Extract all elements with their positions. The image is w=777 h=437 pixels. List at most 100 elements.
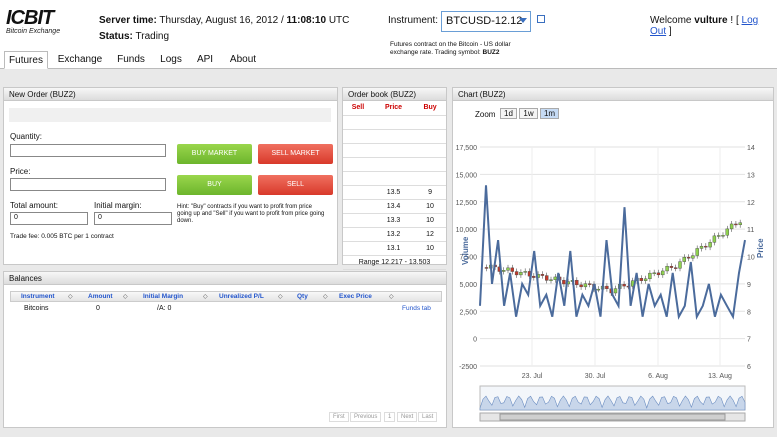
candle: [553, 276, 558, 280]
sell-market-button[interactable]: SELL MARKET: [258, 144, 333, 164]
tab-futures[interactable]: Futures: [4, 51, 48, 69]
table-row[interactable]: 13.2 12: [343, 227, 446, 242]
initial-margin-field: 0: [94, 212, 172, 225]
candle: [678, 261, 682, 269]
balance-margin: /A: 0: [157, 305, 172, 312]
y-tick-label: 17,500: [456, 145, 478, 152]
y2-tick-label: 11: [747, 227, 754, 234]
zoom-1d-button[interactable]: 1d: [500, 108, 517, 119]
candle: [652, 272, 656, 275]
price-input[interactable]: [10, 178, 166, 191]
quantity-label: Quantity:: [10, 132, 43, 141]
price-label: Price:: [10, 167, 31, 176]
table-row[interactable]: 13.5 9: [343, 185, 446, 200]
instrument-select[interactable]: BTCUSD-12.12: [441, 11, 531, 32]
col-qty[interactable]: Qty: [297, 293, 308, 300]
buy-cell: 9: [414, 185, 446, 200]
volume-line: [479, 185, 746, 320]
x-tick-label: 13. Aug: [708, 373, 732, 380]
x-tick-label: 23. Jul: [522, 373, 543, 380]
candle: [665, 265, 669, 272]
zoom-1w-button[interactable]: 1w: [519, 108, 538, 119]
bracket-right: ]: [668, 26, 672, 37]
sort-icon[interactable]: ◇: [278, 293, 283, 300]
candle: [669, 265, 674, 268]
x-tick-label: 6. Aug: [648, 373, 668, 380]
col-instrument[interactable]: Instrument: [21, 293, 55, 300]
external-link-icon[interactable]: [537, 15, 545, 23]
server-time: 11:08:10: [286, 15, 327, 26]
candle: [579, 284, 583, 288]
tab-exchange[interactable]: Exchange: [54, 51, 106, 69]
new-order-title: New Order (BUZ2): [4, 88, 337, 101]
col-amount[interactable]: Amount: [88, 293, 113, 300]
table-row[interactable]: 13.1 10: [343, 241, 446, 256]
sort-icon[interactable]: ◇: [389, 293, 394, 300]
volume-axis-label: Volume: [461, 236, 470, 265]
sort-icon[interactable]: ◇: [203, 293, 208, 300]
tab-funds[interactable]: Funds: [112, 51, 150, 69]
server-tz: UTC: [328, 15, 350, 26]
status-value: Trading: [135, 31, 170, 42]
candle: [587, 283, 592, 285]
logo-tagline: Bitcoin Exchange: [6, 28, 61, 35]
price-cell: 13.5: [372, 185, 415, 200]
candle: [704, 245, 708, 248]
pager-next[interactable]: Next: [397, 412, 418, 422]
table-row[interactable]: 13.3 10: [343, 213, 446, 228]
sell-cell: [343, 213, 373, 228]
instrument-label: Instrument:: [388, 15, 439, 26]
pager-last[interactable]: Last: [418, 412, 438, 422]
navigator-handle: [499, 413, 726, 421]
y-tick-label: 0: [473, 337, 477, 344]
buy-market-button[interactable]: BUY MARKET: [177, 144, 252, 164]
candle: [712, 235, 717, 243]
tab-about[interactable]: About: [224, 51, 262, 69]
candle: [622, 284, 626, 287]
quantity-input[interactable]: [10, 144, 166, 157]
candle: [686, 257, 691, 259]
sort-icon[interactable]: ◇: [68, 293, 73, 300]
candle: [523, 271, 527, 273]
candle: [695, 248, 699, 256]
status-label: Status:: [99, 31, 133, 42]
zoom-1m-button[interactable]: 1m: [540, 108, 559, 119]
col-unrealized-pl[interactable]: Unrealized P/L: [219, 293, 264, 300]
col-initial-margin[interactable]: Initial Margin: [143, 293, 183, 300]
tab-logs[interactable]: Logs: [156, 51, 186, 69]
sell-cell: [343, 199, 373, 214]
candle: [729, 223, 734, 230]
candle: [506, 267, 510, 271]
buy-button[interactable]: BUY: [177, 175, 252, 195]
pager-first[interactable]: First: [329, 412, 349, 422]
y2-tick-label: 10: [747, 255, 755, 262]
col-price: Price: [372, 101, 415, 116]
pager-previous[interactable]: Previous: [350, 412, 382, 422]
y-tick-label: 2,500: [459, 309, 477, 316]
logo[interactable]: ICBIT Bitcoin Exchange: [6, 8, 66, 40]
candle: [682, 257, 687, 262]
col-exec-price[interactable]: Exec Price: [339, 293, 372, 300]
balances-title: Balances: [4, 272, 446, 285]
funds-tab-link[interactable]: Funds tab: [402, 305, 431, 312]
sort-icon[interactable]: ◇: [123, 293, 128, 300]
sort-icon[interactable]: ◇: [323, 293, 328, 300]
server-info: Server time: Thursday, August 16, 2012 /…: [99, 15, 349, 47]
y2-tick-label: 6: [747, 364, 751, 371]
buy-cell: 10: [414, 199, 446, 214]
candle: [613, 288, 618, 294]
candle: [596, 288, 601, 291]
candle: [514, 271, 519, 276]
tab-api[interactable]: API: [192, 51, 218, 69]
candle: [502, 270, 506, 272]
order-book-table: Sell Price Buy 13.5 9 13.4 10 13.3 10 13.2 12 …: [343, 101, 446, 270]
candle: [519, 271, 523, 276]
sell-button[interactable]: SELL: [258, 175, 333, 195]
col-buy: Buy: [414, 101, 446, 116]
candle: [673, 267, 678, 269]
header: ICBIT Bitcoin Exchange Server time: Thur…: [0, 0, 777, 56]
price-axis-label: Price: [756, 238, 765, 258]
table-row[interactable]: 13.4 10: [343, 199, 446, 214]
pager-page[interactable]: 1: [384, 412, 396, 422]
logo-word: ICBIT: [6, 7, 54, 29]
